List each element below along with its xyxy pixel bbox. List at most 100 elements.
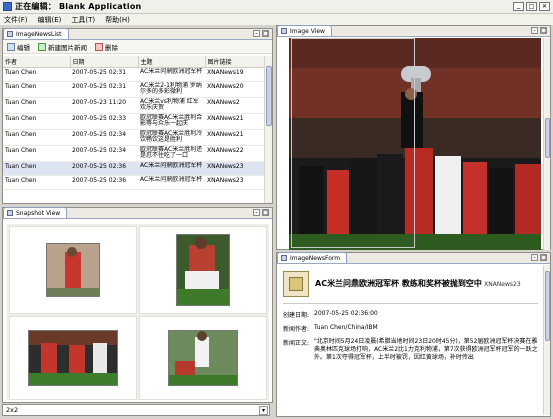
cell-subject: 欧冠联赛AC米兰胜利合影等与众乐一起庆 xyxy=(138,113,205,130)
body-value[interactable]: "北京时间5月24日凌晨(希腊当地时间23日20时45分)，第52届欧洲冠军杯决… xyxy=(314,338,538,362)
snapshot-thumbnail[interactable] xyxy=(28,330,118,386)
snapshot-thumbnail[interactable] xyxy=(176,234,230,306)
status-text: 2x2 xyxy=(6,406,19,414)
panel-minimize-icon[interactable]: - xyxy=(531,254,538,261)
news-list-panel: ImageNewsList - □ 编辑 新建图片新闻 删除 作者 日期 主题 … xyxy=(2,28,273,204)
panel-maximize-icon[interactable]: □ xyxy=(540,27,547,34)
cell-date: 2007-05-25 02:34 xyxy=(70,129,138,146)
snapshot-cell-4[interactable] xyxy=(139,316,267,400)
snapshot-cell-3[interactable] xyxy=(9,316,137,400)
cell-link: XNANews20 xyxy=(205,81,264,98)
table-row[interactable]: Tuan Chen 2007-05-25 02:34 欧冠联赛AC米兰胜利冷饮畅饮这… xyxy=(3,129,264,146)
news-table-container: 作者 日期 主题 图片链接 Tuan Chen 2007-05-25 02:31 A… xyxy=(3,56,264,203)
news-form-panel: ImageNewsForm - □ AC米兰问鼎欧洲冠军杯 教练和奖杯被抛到空中… xyxy=(276,252,551,417)
news-list-scrollbar[interactable] xyxy=(264,56,272,203)
scroll-thumb[interactable] xyxy=(266,66,272,126)
tab-label: Image View xyxy=(290,27,325,35)
panel-minimize-icon[interactable]: - xyxy=(253,209,260,216)
scroll-thumb[interactable] xyxy=(545,118,550,158)
panel-minimize-icon[interactable]: - xyxy=(531,27,538,34)
edit-label: 编辑 xyxy=(17,43,30,52)
zoom-selection-rect[interactable] xyxy=(291,38,415,248)
cell-author: Tuan Chen xyxy=(3,161,70,176)
status-bar: 2x2 ▾ xyxy=(2,404,270,416)
table-row[interactable]: Tuan Chen 2007-05-25 02:33 欧冠联赛AC米兰胜利合影等与众… xyxy=(3,113,264,130)
table-row[interactable]: Tuan Chen 2007-05-25 02:34 欧冠联赛AC米兰胜利还是忍不住… xyxy=(3,145,264,162)
table-header: 作者 日期 主题 图片链接 xyxy=(3,56,264,68)
snapshot-grid xyxy=(7,224,269,400)
tab-label: ImageNewsList xyxy=(16,30,62,38)
menu-tools[interactable]: 工具(T) xyxy=(71,15,95,25)
table-row[interactable]: Tuan Chen 2007-05-25 02:31 AC米兰问鼎欧洲冠军杯 XNAN… xyxy=(3,67,264,82)
dropdown-icon[interactable]: ▾ xyxy=(259,406,268,415)
table-row[interactable]: Tuan Chen 2007-05-25 02:36 AC米兰问鼎欧洲冠军杯 XNAN… xyxy=(3,175,264,190)
new-label: 新建图片新闻 xyxy=(48,43,87,52)
column-header-author[interactable]: 作者 xyxy=(3,56,71,68)
snapshot-thumbnail[interactable] xyxy=(168,330,238,386)
panel-maximize-icon[interactable]: □ xyxy=(262,30,269,37)
author-value[interactable]: Tuan Chen/China/IBM xyxy=(314,324,538,333)
tab-snapshot-view[interactable]: Snapshot View xyxy=(3,207,68,218)
main-photo[interactable] xyxy=(289,38,541,250)
cell-subject: AC米兰问鼎欧洲冠军杯 xyxy=(138,161,205,176)
tab-image-news-list[interactable]: ImageNewsList xyxy=(3,28,69,39)
panel-minimize-icon[interactable]: - xyxy=(253,30,260,37)
panel-maximize-icon[interactable]: □ xyxy=(540,254,547,261)
cell-link: XNANews23 xyxy=(205,175,264,190)
form-icon xyxy=(281,255,287,261)
delete-button[interactable]: 删除 xyxy=(95,42,118,52)
form-headline-tag: XNANews23 xyxy=(484,281,521,288)
cell-subject: 欧冠联赛AC米兰胜利还是忍不住吃了一口 xyxy=(138,145,205,162)
cell-date: 2007-05-25 02:33 xyxy=(70,113,138,130)
new-image-news-button[interactable]: 新建图片新闻 xyxy=(38,42,87,52)
new-icon xyxy=(38,42,46,51)
edit-icon xyxy=(7,42,15,51)
cell-link: XNANews19 xyxy=(205,67,264,82)
date-label: 创建日期: xyxy=(283,312,310,319)
tab-image-news-form[interactable]: ImageNewsForm xyxy=(277,252,348,263)
menu-edit[interactable]: 编辑(E) xyxy=(38,15,62,25)
scroll-thumb[interactable] xyxy=(545,271,550,341)
menu-help[interactable]: 帮助(H) xyxy=(105,15,130,25)
cell-link: XNANews23 xyxy=(205,161,264,176)
minimize-icon[interactable]: _ xyxy=(513,2,524,11)
news-list-tabbar: ImageNewsList - □ xyxy=(3,28,272,40)
cell-date: 2007-05-25 02:36 xyxy=(70,175,138,190)
cell-link: XNANews2 xyxy=(205,97,264,114)
menu-file[interactable]: 文件(F) xyxy=(4,15,28,25)
panel-maximize-icon[interactable]: □ xyxy=(262,209,269,216)
tab-image-view[interactable]: Image View xyxy=(277,25,332,36)
snapshot-panel: Snapshot View - □ xyxy=(2,207,273,403)
date-value[interactable]: 2007-05-25 02:36:00 xyxy=(314,310,538,319)
image-icon xyxy=(281,28,287,34)
snapshot-cell-1[interactable] xyxy=(9,226,137,314)
image-view-scrollbar[interactable] xyxy=(543,38,550,250)
news-list-toolbar: 编辑 新建图片新闻 删除 xyxy=(3,40,272,54)
edit-button[interactable]: 编辑 xyxy=(7,42,30,52)
news-form-tabbar: ImageNewsForm - □ xyxy=(277,252,550,264)
cell-author: Tuan Chen xyxy=(3,145,70,162)
snapshot-cell-2[interactable] xyxy=(139,226,267,314)
maximize-icon[interactable]: □ xyxy=(526,2,537,11)
column-header-subject[interactable]: 主题 xyxy=(138,56,206,68)
cell-author: Tuan Chen xyxy=(3,129,70,146)
cell-date: 2007-05-25 02:36 xyxy=(70,161,138,176)
title-bar: 正在编辑： Blank Application _ □ ✕ xyxy=(0,0,553,14)
image-view-tabbar: Image View - □ xyxy=(277,25,550,37)
column-header-date[interactable]: 日期 xyxy=(70,56,139,68)
form-scrollbar[interactable] xyxy=(543,265,550,415)
close-icon[interactable]: ✕ xyxy=(539,2,550,11)
column-header-link[interactable]: 图片链接 xyxy=(205,56,264,68)
news-logo-icon xyxy=(283,271,309,297)
app-icon xyxy=(3,2,12,11)
cell-subject: AC米兰2-1利物浦 罗纳尔多的多彩微利 xyxy=(138,81,205,98)
form-body: AC米兰问鼎欧洲冠军杯 教练和奖杯被抛到空中 XNANews23 创建日期: 2… xyxy=(283,271,538,415)
cell-author: Tuan Chen xyxy=(3,175,70,190)
table-row[interactable]: Tuan Chen 2007-05-25 02:31 AC米兰2-1利物浦 罗纳尔多… xyxy=(3,81,264,98)
form-header: AC米兰问鼎欧洲冠军杯 教练和奖杯被抛到空中 XNANews23 xyxy=(283,271,538,297)
snapshot-thumbnail[interactable] xyxy=(46,243,100,297)
tab-label: Snapshot View xyxy=(16,209,61,217)
table-row[interactable]: Tuan Chen 2007-05-23 11:20 AC米兰vs利物浦 红军欢乐庆… xyxy=(3,97,264,114)
form-separator xyxy=(283,303,538,304)
table-row[interactable]: Tuan Chen 2007-05-25 02:36 AC米兰问鼎欧洲冠军杯 XNAN… xyxy=(3,161,264,176)
